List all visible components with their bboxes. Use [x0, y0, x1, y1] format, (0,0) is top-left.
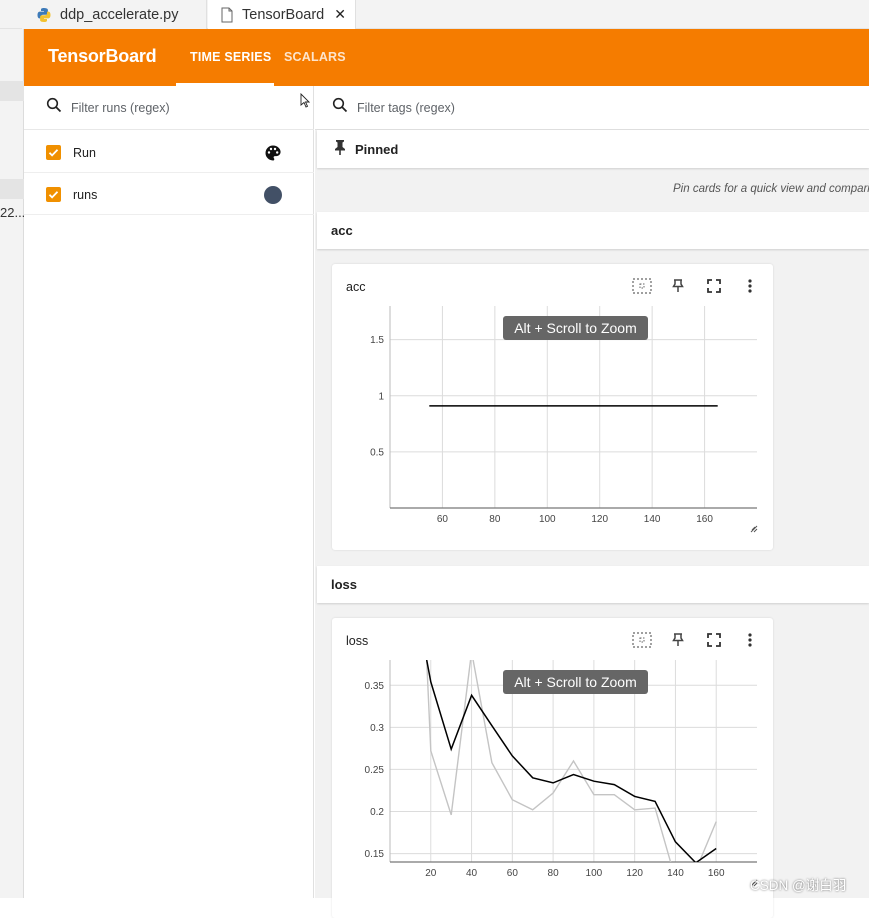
palette-icon[interactable] — [264, 144, 282, 162]
y-tick-label: 1.5 — [370, 335, 384, 346]
x-tick-label: 120 — [626, 868, 643, 879]
x-tick-label: 80 — [489, 514, 501, 525]
loss-chart[interactable]: 20 40 60 80 100 120 140 160 0.15 0.2 0.25 0.3 0.35 — [332, 618, 773, 918]
runs-sidebar: Filter runs (regex) Run runs — [24, 86, 314, 898]
resize-handle-icon — [750, 525, 758, 533]
x-tick-label: 100 — [539, 514, 556, 525]
brand-title: TensorBoard — [48, 46, 157, 66]
run-checkbox[interactable] — [46, 145, 61, 160]
y-tick-label: 0.2 — [370, 807, 384, 818]
mouse-cursor-icon — [300, 92, 311, 113]
python-icon — [36, 7, 52, 23]
gutter-text: 22... — [0, 205, 26, 220]
pinned-label: Pinned — [355, 141, 399, 157]
tensorboard-header: TensorBoard TIME SERIES SCALARS — [24, 29, 869, 86]
x-tick-label: 160 — [696, 514, 713, 525]
x-tick-label: 120 — [591, 514, 608, 525]
file-icon — [220, 7, 234, 23]
tags-filter[interactable]: Filter tags (regex) — [315, 86, 869, 130]
run-row[interactable]: Run — [24, 133, 314, 173]
y-tick-label: 0.25 — [365, 765, 385, 776]
pinned-empty-hint: Pin cards for a quick view and compari — [673, 183, 869, 195]
y-tick-label: 0.5 — [370, 447, 384, 458]
watermark: CSDN @谢白羽 — [750, 878, 847, 893]
x-tick-label: 20 — [425, 868, 437, 879]
tab-scalars[interactable]: SCALARS — [284, 50, 346, 64]
y-tick-label: 1 — [378, 391, 384, 402]
x-tick-label: 40 — [466, 868, 478, 879]
close-icon[interactable]: ✕ — [334, 6, 346, 23]
scalar-card-loss: loss 20 40 60 80 100 120 140 160 0.15 0.2 0.25 0.3 0… — [332, 618, 773, 918]
main-panel: Filter tags (regex) Pinned Pin cards for… — [315, 86, 869, 918]
search-icon — [332, 97, 348, 118]
search-icon — [46, 97, 62, 118]
group-header-acc[interactable]: acc — [317, 212, 869, 249]
runs-filter[interactable]: Filter runs (regex) — [24, 86, 314, 130]
tags-filter-input[interactable]: Filter tags (regex) — [357, 101, 455, 115]
run-label: runs — [73, 187, 98, 202]
x-tick-label: 160 — [708, 868, 725, 879]
zoom-hint: Alt + Scroll to Zoom — [503, 670, 648, 694]
x-tick-label: 100 — [586, 868, 603, 879]
editor-tab-strip: ddp_accelerate.py TensorBoard ✕ — [0, 0, 869, 29]
y-tick-label: 0.15 — [365, 849, 385, 860]
acc-chart[interactable]: 60 80 100 120 140 160 0.5 1 1.5 — [332, 264, 773, 550]
editor-tab-ddp-accelerate[interactable]: ddp_accelerate.py — [22, 0, 207, 29]
x-tick-label: 80 — [548, 868, 560, 879]
y-tick-label: 0.35 — [365, 681, 385, 692]
run-row[interactable]: runs — [24, 175, 314, 215]
group-header-loss[interactable]: loss — [317, 566, 869, 603]
run-label: Run — [73, 145, 96, 160]
gutter-highlight — [0, 179, 24, 199]
run-color-swatch[interactable] — [264, 185, 282, 204]
pinned-section-header: Pinned — [317, 130, 869, 168]
scalar-card-acc: acc 60 80 100 120 140 160 0.5 1 1.5 Alt + Scroll… — [332, 264, 773, 550]
editor-tab-label: ddp_accelerate.py — [60, 6, 179, 23]
y-tick-label: 0.3 — [370, 723, 384, 734]
gutter-highlight — [0, 81, 24, 101]
editor-tab-tensorboard[interactable]: TensorBoard ✕ — [208, 0, 356, 29]
runs-filter-input[interactable]: Filter runs (regex) — [71, 101, 170, 115]
zoom-hint: Alt + Scroll to Zoom — [503, 316, 648, 340]
ide-side-gutter: 22... — [0, 29, 26, 898]
x-tick-label: 60 — [437, 514, 449, 525]
x-tick-label: 140 — [644, 514, 661, 525]
run-checkbox[interactable] — [46, 187, 61, 202]
editor-tab-label: TensorBoard — [242, 6, 325, 23]
pin-icon — [333, 139, 347, 160]
tab-time-series[interactable]: TIME SERIES — [190, 50, 271, 64]
x-tick-label: 60 — [507, 868, 519, 879]
x-tick-label: 140 — [667, 868, 684, 879]
